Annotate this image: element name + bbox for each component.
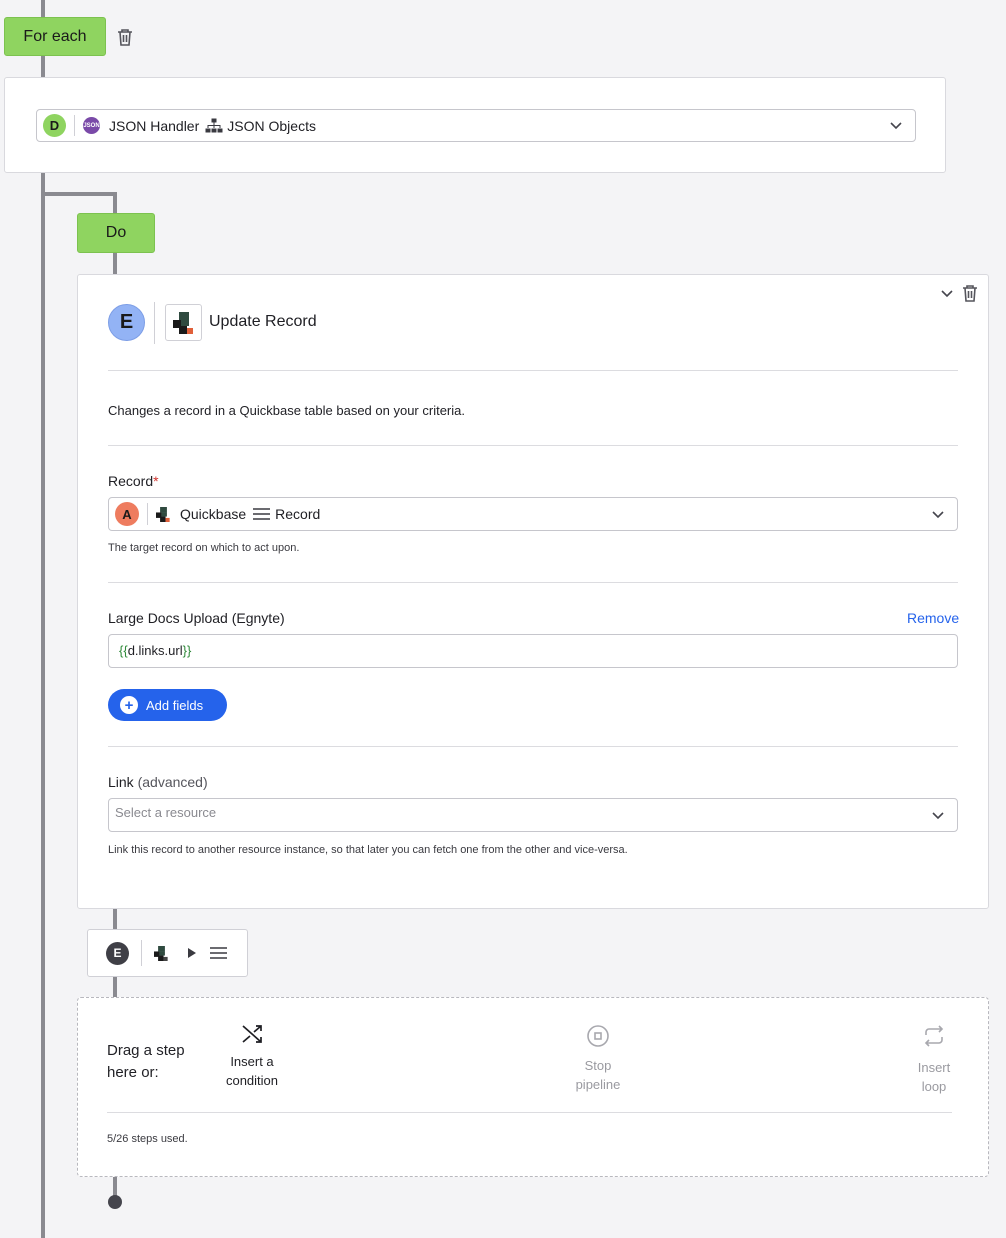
record-resource-name: Record	[275, 506, 321, 522]
collapse-chevron-icon[interactable]	[940, 289, 954, 299]
step-badge-d: D	[43, 114, 66, 137]
branch-end-dot	[108, 1195, 122, 1209]
step-title: Update Record	[209, 313, 317, 330]
plus-circle-icon: +	[120, 696, 138, 714]
record-select[interactable]: A Quickbase Record	[108, 497, 958, 531]
link-help-text: Link this record to another resource ins…	[108, 844, 628, 856]
chevron-down-icon[interactable]	[931, 510, 945, 520]
chevron-down-icon[interactable]	[931, 811, 945, 821]
link-label: Link (advanced)	[108, 774, 208, 790]
field-label: Large Docs Upload (Egnyte)	[108, 610, 285, 626]
trash-icon[interactable]	[116, 27, 134, 47]
for-each-source-card: D JSON JSON Handler JSON Objects	[4, 77, 946, 173]
list-icon	[210, 947, 227, 959]
mini-badge-e: E	[106, 941, 129, 965]
branch-connector-vertical-top	[113, 192, 117, 214]
source-app-name: JSON Handler	[109, 117, 200, 134]
delete-step-trash-icon[interactable]	[961, 283, 979, 303]
branch-connector-vertical-mid	[113, 252, 117, 274]
field-value-input[interactable]: {{d.links.url}}	[108, 634, 958, 668]
drop-zone[interactable]: Drag a step here or: Insert a condition …	[77, 997, 989, 1177]
insert-condition-button[interactable]: Insert a condition	[208, 1024, 296, 1090]
quickbase-logo-icon	[165, 304, 202, 341]
link-placeholder: Select a resource	[115, 804, 217, 820]
branch-connector-vertical-low	[113, 908, 117, 930]
do-pill[interactable]: Do	[77, 213, 155, 253]
record-help-text: The target record on which to act upon.	[108, 542, 300, 554]
step-badge-e: E	[108, 304, 145, 341]
stop-circle-icon	[587, 1025, 609, 1047]
record-app-name: Quickbase	[180, 506, 247, 522]
link-resource-select[interactable]: Select a resource	[108, 798, 958, 832]
main-connector-line	[41, 0, 45, 1238]
for-each-source-select[interactable]: D JSON JSON Handler JSON Objects	[36, 109, 916, 142]
branch-connector-horizontal	[41, 192, 117, 196]
for-each-label: For each	[23, 27, 87, 45]
step-description: Changes a record in a Quickbase table ba…	[108, 403, 465, 418]
add-fields-button[interactable]: + Add fields	[108, 689, 227, 721]
do-label: Do	[105, 224, 127, 241]
update-record-card: E Update Record Changes a record in a Qu…	[77, 274, 989, 909]
hierarchy-icon	[205, 118, 223, 134]
chevron-down-icon[interactable]	[889, 121, 903, 131]
steps-used-text: 5/26 steps used.	[107, 1133, 188, 1145]
insert-loop-button[interactable]: Insert loop	[890, 1024, 978, 1096]
play-arrow-icon	[188, 948, 196, 958]
quickbase-small-icon	[156, 506, 170, 522]
step-summary-chip[interactable]: E	[87, 929, 248, 977]
quickbase-mini-icon	[154, 945, 168, 961]
branch-connector-vertical-end	[113, 1177, 117, 1197]
remove-field-link[interactable]: Remove	[907, 610, 959, 626]
shuffle-icon	[242, 1025, 262, 1043]
for-each-pill[interactable]: For each	[4, 17, 106, 56]
list-icon	[253, 507, 271, 521]
branch-connector-vertical-drop	[113, 976, 117, 998]
json-app-icon: JSON	[83, 117, 100, 134]
source-resource-name: JSON Objects	[227, 117, 316, 134]
record-label: Record*	[108, 473, 159, 489]
repeat-icon	[924, 1025, 944, 1047]
drop-zone-title: Drag a step here or:	[107, 1042, 185, 1081]
step-badge-a: A	[115, 502, 139, 526]
stop-pipeline-button[interactable]: Stop pipeline	[554, 1024, 642, 1094]
